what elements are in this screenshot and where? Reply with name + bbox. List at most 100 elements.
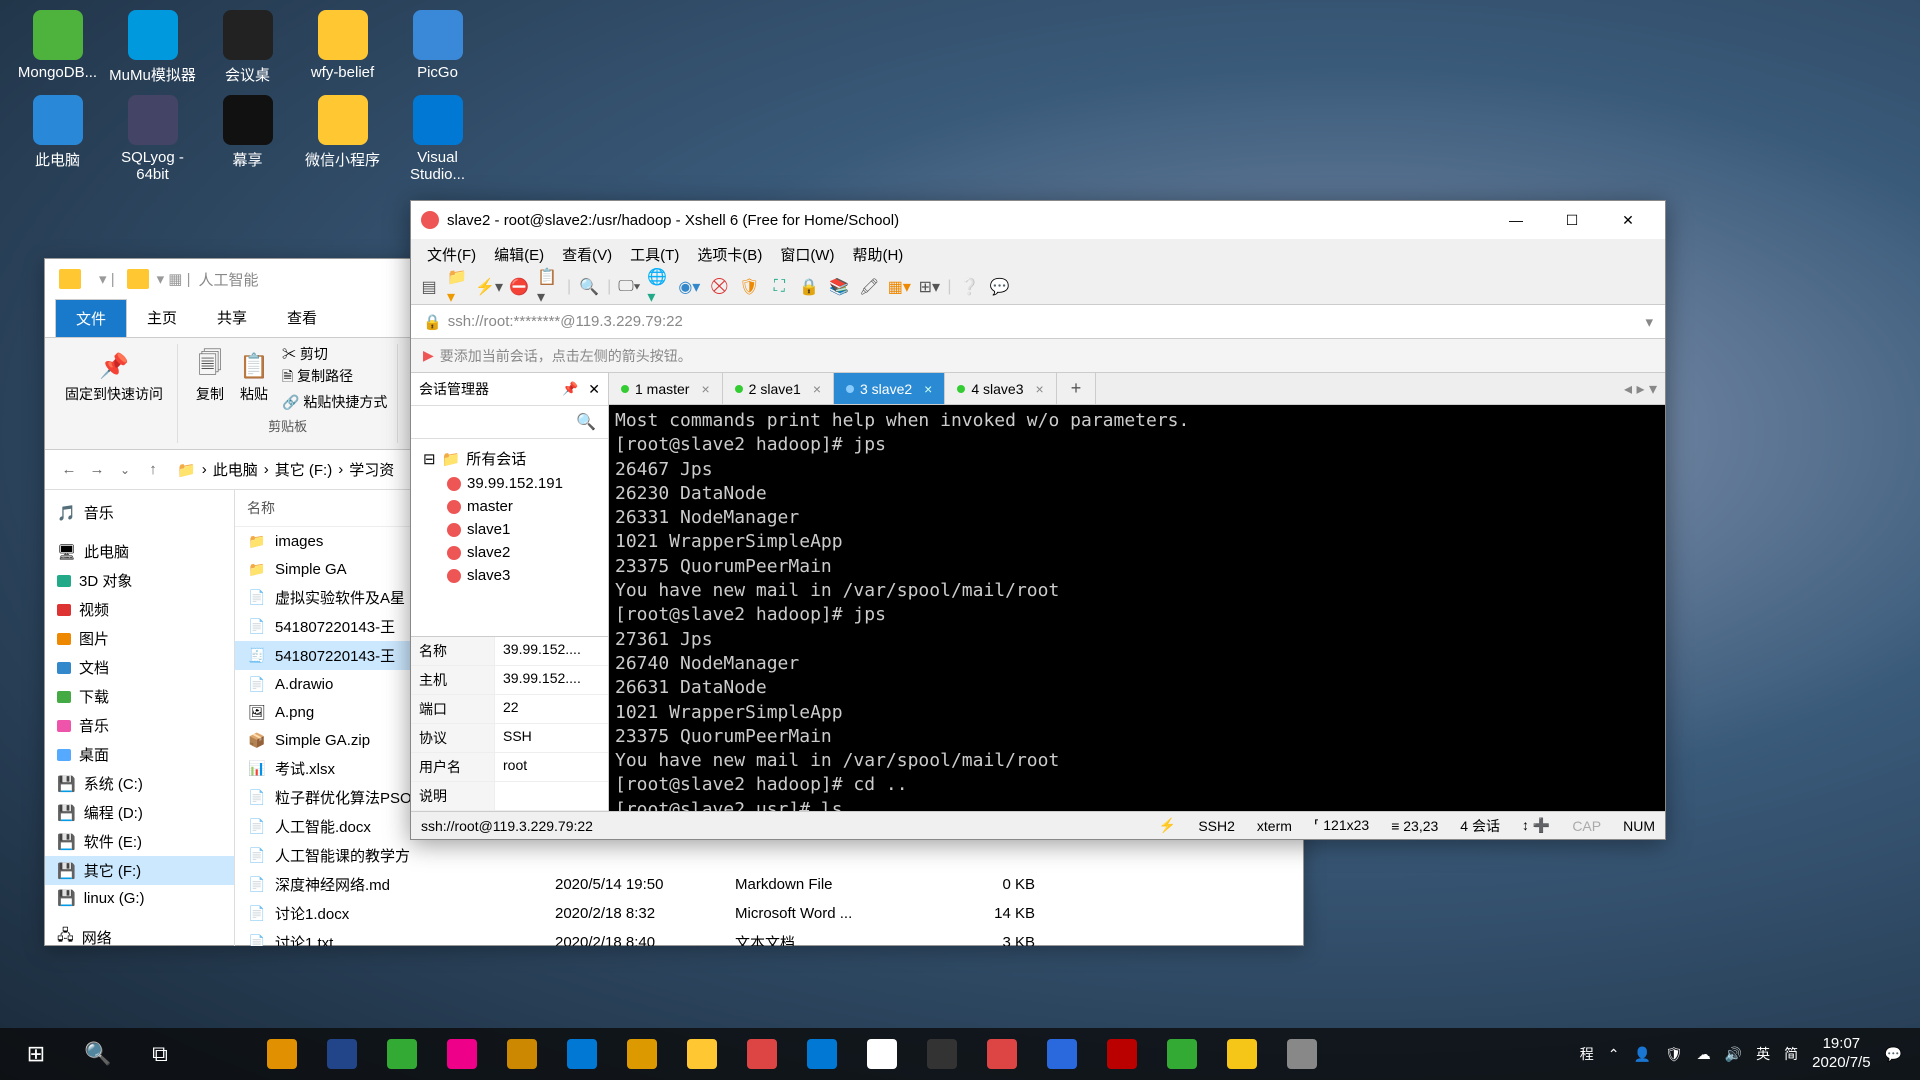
color-icon[interactable]: ◉▾: [677, 275, 701, 299]
session-item[interactable]: 39.99.152.191: [419, 472, 600, 495]
taskbar-app[interactable]: [492, 1028, 552, 1080]
close-panel-icon[interactable]: ✕: [588, 381, 600, 398]
desktop-icon[interactable]: PicGo: [390, 10, 485, 85]
addr-dropdown-icon[interactable]: ▾: [1645, 313, 1653, 331]
desktop-icon[interactable]: 幕享: [200, 95, 295, 183]
minimize-button[interactable]: —: [1489, 202, 1543, 238]
chat-icon[interactable]: 💬: [987, 275, 1011, 299]
menu-item[interactable]: 文件(F): [419, 240, 484, 269]
sessions-root[interactable]: ⊟📁所有会话: [419, 445, 600, 472]
taskbar-app[interactable]: [1032, 1028, 1092, 1080]
sidebar-3d[interactable]: 3D 对象: [45, 566, 234, 595]
highlight-icon[interactable]: 🖍: [857, 275, 881, 299]
desktop-icon[interactable]: 会议桌: [200, 10, 295, 85]
split-icon[interactable]: ⊞▾: [917, 275, 941, 299]
taskbar-app[interactable]: [1152, 1028, 1212, 1080]
taskbar-app[interactable]: [252, 1028, 312, 1080]
globe-icon[interactable]: 🌐▾: [647, 275, 671, 299]
menu-item[interactable]: 窗口(W): [772, 240, 842, 269]
tray-app-icon[interactable]: ☁: [1697, 1046, 1711, 1063]
tray-chevron-up-icon[interactable]: ⌃: [1608, 1046, 1620, 1063]
notifications-icon[interactable]: 💬: [1885, 1046, 1902, 1063]
session-item[interactable]: slave1: [419, 518, 600, 541]
tab-close-icon[interactable]: ×: [701, 381, 709, 397]
sidebar-docs[interactable]: 文档: [45, 653, 234, 682]
forward-button[interactable]: →: [83, 456, 111, 484]
session-item[interactable]: slave2: [419, 541, 600, 564]
tray-app-icon[interactable]: 🛡: [1665, 1046, 1683, 1063]
session-item[interactable]: slave3: [419, 564, 600, 587]
desktop-icon[interactable]: SQLyog - 64bit: [105, 95, 200, 183]
search-button[interactable]: 🔍: [68, 1028, 128, 1080]
sidebar-music2[interactable]: 音乐: [45, 711, 234, 740]
taskbar-app[interactable]: [792, 1028, 852, 1080]
search-icon[interactable]: 🔍: [577, 275, 601, 299]
desktop-icon[interactable]: 微信小程序: [295, 95, 390, 183]
taskbar-app[interactable]: [372, 1028, 432, 1080]
sidebar-desktop[interactable]: 桌面: [45, 740, 234, 769]
copy-icon[interactable]: 📋▾: [537, 275, 561, 299]
desktop-icon[interactable]: Visual Studio...: [390, 95, 485, 183]
pin-quick-access-button[interactable]: 📌固定到快速访问: [61, 344, 167, 408]
desktop-icon[interactable]: MuMu模拟器: [105, 10, 200, 85]
taskbar-app[interactable]: [432, 1028, 492, 1080]
tab-close-icon[interactable]: ×: [924, 381, 932, 397]
sidebar-drive-g[interactable]: 💾linux (G:): [45, 885, 234, 911]
taskbar-app[interactable]: [552, 1028, 612, 1080]
sidebar-music[interactable]: 🎵音乐: [45, 498, 234, 527]
sidebar-downloads[interactable]: 下载: [45, 682, 234, 711]
terminal-tab[interactable]: 4 slave3×: [945, 373, 1056, 404]
tab-view[interactable]: 查看: [267, 299, 337, 337]
recent-dropdown[interactable]: ⌄: [111, 456, 139, 484]
up-button[interactable]: ↑: [139, 456, 167, 484]
menu-item[interactable]: 工具(T): [622, 240, 687, 269]
tab-close-icon[interactable]: ×: [1036, 381, 1044, 397]
file-row[interactable]: 📄讨论1.docx2020/2/18 8:32Microsoft Word ..…: [235, 899, 1303, 928]
sidebar-video[interactable]: 视频: [45, 595, 234, 624]
file-row[interactable]: 📄讨论1.txt2020/2/18 8:40文本文档3 KB: [235, 928, 1303, 946]
desktop-icon[interactable]: 此电脑: [10, 95, 105, 183]
tab-nav-icons[interactable]: ◂ ▸ ▾: [1616, 373, 1665, 404]
tray-volume-icon[interactable]: 🔊: [1725, 1046, 1742, 1063]
sidebar-network[interactable]: 🖧网络: [45, 921, 234, 946]
taskbar-clock[interactable]: 19:072020/7/5: [1812, 1035, 1870, 1073]
sidebar-drive-c[interactable]: 💾系统 (C:): [45, 769, 234, 798]
taskbar-app[interactable]: [612, 1028, 672, 1080]
close-button[interactable]: ✕: [1601, 202, 1655, 238]
add-tab-button[interactable]: +: [1057, 373, 1097, 404]
start-button[interactable]: ⊞: [6, 1028, 66, 1080]
paste-shortcut-button[interactable]: 🔗 粘贴快捷方式: [282, 392, 387, 412]
taskbar-app[interactable]: [732, 1028, 792, 1080]
menu-item[interactable]: 编辑(E): [486, 240, 552, 269]
tab-home[interactable]: 主页: [127, 299, 197, 337]
menu-item[interactable]: 选项卡(B): [689, 240, 770, 269]
tray-kb[interactable]: 简: [1784, 1044, 1798, 1064]
tab-share[interactable]: 共享: [197, 299, 267, 337]
menu-item[interactable]: 帮助(H): [844, 240, 911, 269]
lock-icon[interactable]: 🔒: [797, 275, 821, 299]
file-row[interactable]: 📄人工智能课的教学方: [235, 841, 1303, 870]
sidebar-pictures[interactable]: 图片: [45, 624, 234, 653]
back-button[interactable]: ←: [55, 456, 83, 484]
desktop-icon[interactable]: MongoDB...: [10, 10, 105, 85]
paste-button[interactable]: 📋粘贴: [232, 344, 276, 412]
terminal-tab[interactable]: 2 slave1×: [723, 373, 834, 404]
terminal[interactable]: Most commands print help when invoked w/…: [609, 405, 1665, 811]
sidebar-drive-e[interactable]: 💾软件 (E:): [45, 827, 234, 856]
new-session-icon[interactable]: ▤: [417, 275, 441, 299]
taskbar-app[interactable]: [852, 1028, 912, 1080]
taskbar-app[interactable]: [972, 1028, 1032, 1080]
breadcrumb[interactable]: 📁› 此电脑› 其它 (F:)› 学习资: [177, 459, 394, 480]
taskview-button[interactable]: ⧉: [130, 1028, 190, 1080]
address-bar[interactable]: 🔒 ssh://root:********@119.3.229.79:22 ▾: [411, 305, 1665, 339]
copy-path-button[interactable]: 🗎 复制路径: [282, 366, 387, 390]
taskbar-app[interactable]: [912, 1028, 972, 1080]
xshell-titlebar[interactable]: slave2 - root@slave2:/usr/hadoop - Xshel…: [411, 201, 1665, 239]
taskbar-app[interactable]: [1092, 1028, 1152, 1080]
disconnect-icon[interactable]: ⛔: [507, 275, 531, 299]
tray-ime[interactable]: 英: [1756, 1044, 1770, 1064]
xshell-window[interactable]: slave2 - root@slave2:/usr/hadoop - Xshel…: [410, 200, 1666, 840]
taskbar-app[interactable]: [1212, 1028, 1272, 1080]
fullscreen-icon[interactable]: ⛶: [767, 275, 791, 299]
taskbar-app[interactable]: [1272, 1028, 1332, 1080]
